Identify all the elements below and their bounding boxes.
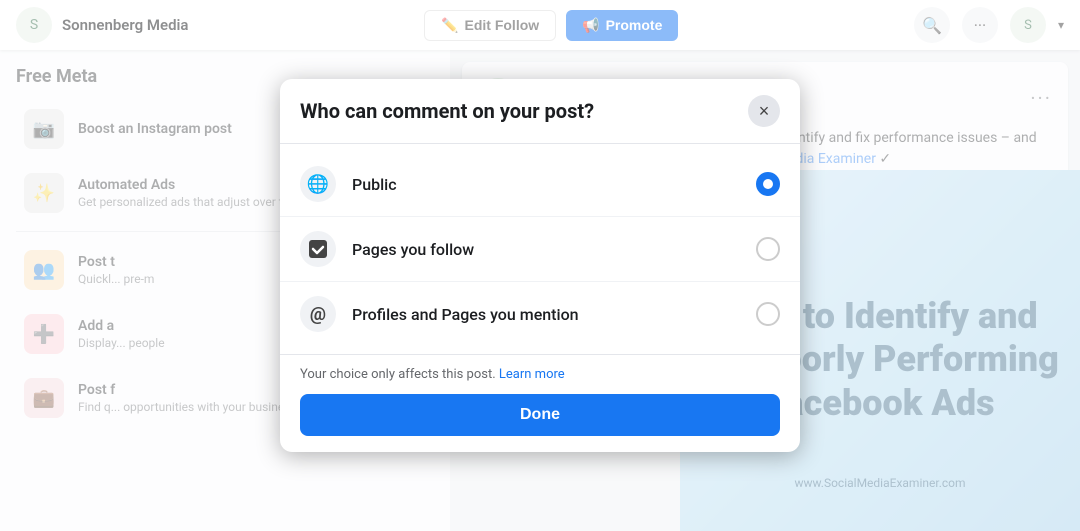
- learn-more-link[interactable]: Learn more: [499, 367, 565, 382]
- pages-follow-icon: [300, 231, 336, 267]
- modal-overlay: Who can comment on your post? × 🌐 Public: [0, 0, 1080, 531]
- modal-options: 🌐 Public Pages you follow @ Prof: [280, 144, 800, 354]
- at-icon: @: [300, 296, 336, 332]
- footer-note: Your choice only affects this post. Lear…: [300, 367, 780, 382]
- modal-title: Who can comment on your post?: [300, 99, 594, 123]
- option-pages-follow[interactable]: Pages you follow: [280, 217, 800, 282]
- option-profiles-mention[interactable]: @ Profiles and Pages you mention: [280, 282, 800, 346]
- radio-pages-follow[interactable]: [756, 237, 780, 261]
- close-icon: ×: [759, 101, 770, 122]
- option-profiles-label: Profiles and Pages you mention: [352, 305, 740, 324]
- globe-option-icon: 🌐: [300, 166, 336, 202]
- radio-public[interactable]: [756, 172, 780, 196]
- comment-modal: Who can comment on your post? × 🌐 Public: [280, 79, 800, 452]
- radio-profiles[interactable]: [756, 302, 780, 326]
- done-button[interactable]: Done: [300, 394, 780, 436]
- option-pages-label: Pages you follow: [352, 240, 740, 259]
- modal-footer: Your choice only affects this post. Lear…: [280, 354, 800, 452]
- modal-header: Who can comment on your post? ×: [280, 79, 800, 144]
- modal-close-button[interactable]: ×: [748, 95, 780, 127]
- option-public[interactable]: 🌐 Public: [280, 152, 800, 217]
- option-public-label: Public: [352, 175, 740, 194]
